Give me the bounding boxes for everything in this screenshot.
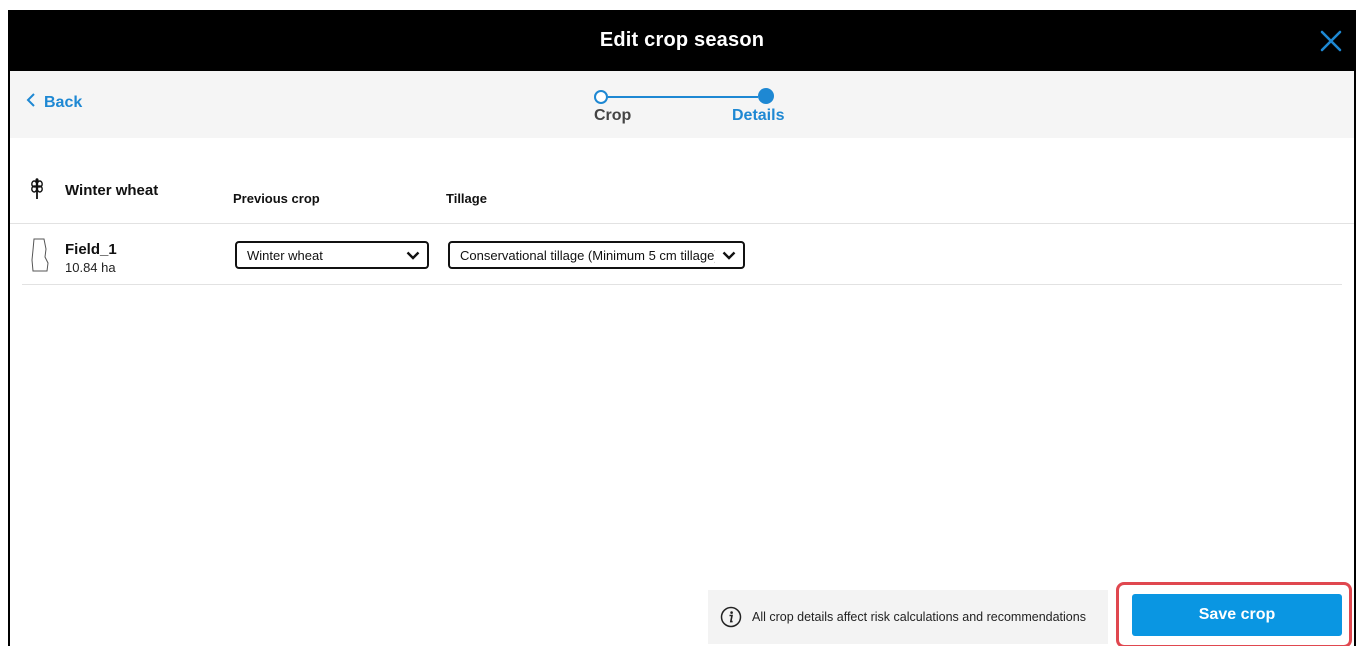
- step-crop-dot[interactable]: [594, 90, 608, 104]
- step-crop-label[interactable]: Crop: [594, 107, 631, 125]
- previous-crop-select[interactable]: Winter wheat: [235, 241, 429, 269]
- progress-stepper: Crop Details: [586, 83, 796, 133]
- chevron-left-icon: [26, 93, 36, 112]
- crop-name: Winter wheat: [65, 182, 159, 199]
- column-header-previous-crop: Previous crop: [233, 191, 320, 206]
- dialog-header: Edit crop season: [10, 10, 1354, 71]
- chevron-down-icon: [399, 251, 427, 260]
- step-bar: Back Crop Details: [10, 71, 1354, 138]
- table-row: Field_1 10.84 ha Winter wheat Conservati…: [22, 224, 1342, 285]
- step-connector: [608, 96, 758, 98]
- notice-text: All crop details affect risk calculation…: [752, 610, 1086, 624]
- back-button[interactable]: Back: [26, 93, 82, 112]
- column-header-tillage: Tillage: [446, 191, 487, 206]
- step-details-label: Details: [732, 107, 785, 124]
- info-notice: All crop details affect risk calculation…: [708, 590, 1108, 644]
- chevron-down-icon: [715, 251, 743, 260]
- dialog-title: Edit crop season: [599, 29, 765, 51]
- back-label: Back: [44, 93, 83, 111]
- close-icon[interactable]: [1318, 28, 1344, 54]
- field-shape-icon: [30, 238, 50, 277]
- step-details-dot: [758, 88, 774, 104]
- edit-crop-dialog: Edit crop season Back Crop Details Winte…: [8, 10, 1356, 646]
- tillage-select[interactable]: Conservational tillage (Minimum 5 cm til…: [448, 241, 745, 269]
- wheat-icon: [30, 178, 44, 205]
- tillage-value: Conservational tillage (Minimum 5 cm til…: [460, 247, 715, 263]
- save-crop-button[interactable]: Save crop: [1132, 594, 1342, 636]
- field-area: 10.84 ha: [65, 260, 116, 275]
- info-icon: [720, 606, 742, 628]
- field-name: Field_1: [65, 241, 117, 258]
- table-header: Winter wheat Previous crop Tillage: [10, 138, 1354, 224]
- previous-crop-value: Winter wheat: [247, 247, 323, 263]
